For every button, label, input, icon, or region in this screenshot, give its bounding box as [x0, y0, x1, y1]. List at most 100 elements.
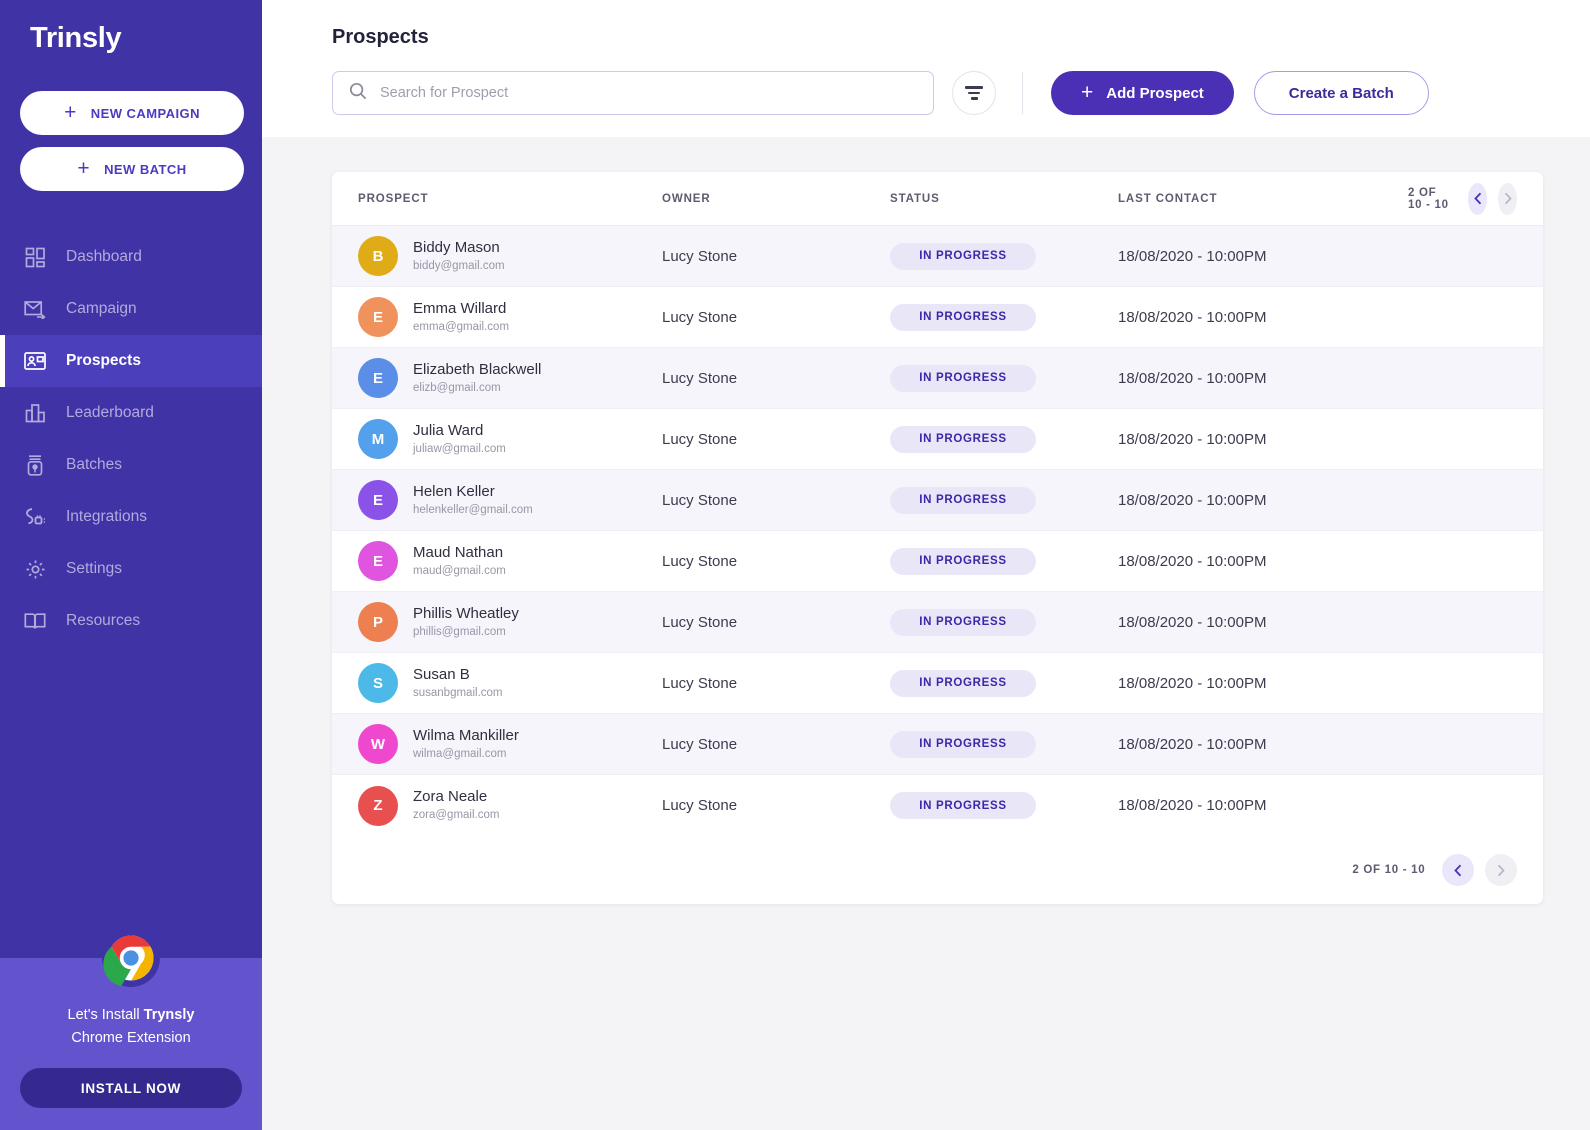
- cell-status: IN PROGRESS: [890, 547, 1118, 575]
- sidebar-item-prospects[interactable]: Prospects: [0, 335, 262, 387]
- cell-prospect: E Elizabeth Blackwell elizb@gmail.com: [332, 358, 662, 398]
- prospect-identity: Biddy Mason biddy@gmail.com: [413, 239, 505, 274]
- cell-owner: Lucy Stone: [662, 430, 738, 448]
- filter-icon[interactable]: [952, 71, 996, 115]
- sidebar-item-resources[interactable]: Resources: [0, 595, 262, 647]
- cell-owner: Lucy Stone: [662, 247, 738, 265]
- cell-prospect: P Phillis Wheatley phillis@gmail.com: [332, 602, 662, 642]
- promo-line1-prefix: Let's Install: [67, 1007, 144, 1023]
- plug-icon: [24, 506, 46, 528]
- jar-icon: [24, 454, 46, 476]
- chevron-left-icon[interactable]: [1468, 182, 1488, 215]
- sidebar-item-settings[interactable]: Settings: [0, 543, 262, 595]
- prospect-name: Wilma Mankiller: [413, 726, 519, 744]
- table-row[interactable]: E Elizabeth Blackwell elizb@gmail.com Lucy …: [332, 348, 1544, 409]
- table-row[interactable]: E Emma Willard emma@gmail.com Lucy Stone IN …: [332, 287, 1544, 348]
- prospect-email: phillis@gmail.com: [413, 625, 506, 638]
- sidebar-item-campaign[interactable]: Campaign: [0, 283, 262, 335]
- pagination-label: 2 OF 10 - 10: [1407, 186, 1449, 211]
- status-badge: IN PROGRESS: [890, 792, 1036, 819]
- prospect-identity: Emma Willard emma@gmail.com: [413, 300, 509, 335]
- prospect-name: Julia Ward: [413, 421, 484, 439]
- install-now-button[interactable]: INSTALL NOW: [20, 1068, 242, 1108]
- cell-status: IN PROGRESS: [890, 364, 1118, 392]
- cell-prospect: E Maud Nathan maud@gmail.com: [332, 541, 662, 581]
- table-row[interactable]: E Maud Nathan maud@gmail.com Lucy Stone IN P…: [332, 531, 1544, 592]
- prospect-email: helenkeller@gmail.com: [413, 503, 533, 516]
- avatar: E: [358, 541, 398, 581]
- table-row[interactable]: S Susan B susanbgmail.com Lucy Stone IN PROG…: [332, 653, 1544, 714]
- cell-owner: Lucy Stone: [662, 552, 738, 570]
- chrome-extension-promo: Let's Install Trynsly Chrome Extension I…: [0, 929, 262, 1130]
- table-row[interactable]: E Helen Keller helenkeller@gmail.com Lucy S…: [332, 470, 1544, 531]
- cell-last-contact: 18/08/2020 - 10:00PM: [1118, 308, 1267, 326]
- dashboard-icon: [24, 246, 46, 268]
- chevron-left-icon[interactable]: [1442, 854, 1475, 886]
- add-prospect-button[interactable]: + Add Prospect: [1051, 71, 1234, 115]
- sidebar-label: Leaderboard: [66, 404, 154, 421]
- table-row[interactable]: B Biddy Mason biddy@gmail.com Lucy Stone IN …: [332, 226, 1544, 287]
- filter-bar: [968, 91, 980, 95]
- cell-prospect: W Wilma Mankiller wilma@gmail.com: [332, 724, 662, 764]
- cell-owner: Lucy Stone: [662, 735, 738, 753]
- cell-owner: Lucy Stone: [662, 613, 738, 631]
- search-box[interactable]: [332, 71, 934, 115]
- cell-prospect: M Julia Ward juliaw@gmail.com: [332, 419, 662, 459]
- table-row[interactable]: W Wilma Mankiller wilma@gmail.com Lucy Ston…: [332, 714, 1544, 775]
- envelope-icon: [24, 298, 46, 320]
- cell-last-contact: 18/08/2020 - 10:00PM: [1118, 430, 1267, 448]
- cell-owner: Lucy Stone: [662, 797, 738, 814]
- cell-status: IN PROGRESS: [890, 608, 1118, 636]
- new-batch-label: NEW BATCH: [104, 161, 187, 177]
- toolbar: + Add Prospect Create a Batch: [332, 71, 1590, 115]
- sidebar-item-leaderboard[interactable]: Leaderboard: [0, 387, 262, 439]
- cell-prospect: S Susan B susanbgmail.com: [332, 663, 662, 703]
- avatar: S: [358, 663, 398, 703]
- cell-status: IN PROGRESS: [890, 486, 1118, 514]
- create-batch-button[interactable]: Create a Batch: [1253, 71, 1429, 115]
- status-badge: IN PROGRESS: [890, 669, 1036, 697]
- prospect-name: Maud Nathan: [413, 543, 504, 561]
- table-row[interactable]: P Phillis Wheatley phillis@gmail.com Lucy S…: [332, 592, 1544, 653]
- new-campaign-button[interactable]: + NEW CAMPAIGN: [20, 91, 244, 135]
- sidebar-label: Resources: [66, 612, 141, 629]
- sidebar-actions: + NEW CAMPAIGN + NEW BATCH: [0, 55, 262, 203]
- cell-status: IN PROGRESS: [890, 425, 1118, 453]
- cell-last-contact: 18/08/2020 - 10:00PM: [1118, 247, 1267, 265]
- cell-status: IN PROGRESS: [890, 792, 1118, 819]
- cell-prospect: Z Zora Neale zora@gmail.com: [332, 785, 662, 826]
- avatar: Z: [358, 785, 398, 826]
- sidebar-label: Integrations: [66, 508, 147, 525]
- chevron-right-icon[interactable]: [1485, 854, 1518, 886]
- toolbar-divider: [1022, 72, 1023, 114]
- status-badge: IN PROGRESS: [890, 547, 1036, 575]
- prospect-email: zora@gmail.com: [413, 809, 500, 821]
- book-icon: [24, 610, 46, 632]
- prospect-name: Susan B: [413, 665, 470, 683]
- table-row[interactable]: Z Zora Neale zora@gmail.com Lucy Stone IN PR…: [332, 775, 1543, 836]
- sidebar-label: Campaign: [66, 300, 137, 317]
- status-badge: IN PROGRESS: [890, 486, 1036, 514]
- sidebar-label: Dashboard: [66, 248, 142, 265]
- status-badge: IN PROGRESS: [890, 425, 1036, 453]
- sidebar-item-batches[interactable]: Batches: [0, 439, 262, 491]
- new-batch-button[interactable]: + NEW BATCH: [20, 147, 244, 191]
- avatar: W: [358, 724, 398, 764]
- sidebar: Trinsly + NEW CAMPAIGN + NEW BATCH Dashb…: [0, 0, 262, 1130]
- chevron-right-icon[interactable]: [1498, 182, 1518, 215]
- search-input[interactable]: [380, 85, 917, 101]
- pagination-label: 2 OF 10 - 10: [1352, 864, 1426, 876]
- prospect-identity: Zora Neale zora@gmail.com: [413, 788, 499, 823]
- sidebar-item-dashboard[interactable]: Dashboard: [0, 231, 262, 283]
- cell-last-contact: 18/08/2020 - 10:00PM: [1118, 552, 1267, 570]
- status-badge: IN PROGRESS: [890, 608, 1036, 636]
- table-row[interactable]: M Julia Ward juliaw@gmail.com Lucy Stone IN …: [332, 409, 1544, 470]
- cell-owner: Lucy Stone: [662, 491, 738, 509]
- status-badge: IN PROGRESS: [890, 242, 1036, 270]
- sidebar-item-integrations[interactable]: Integrations: [0, 491, 262, 543]
- column-header-last-contact: LAST CONTACT: [1118, 192, 1218, 205]
- topbar: Prospects + Add Prospect Creat: [262, 0, 1590, 137]
- sidebar-label: Batches: [66, 456, 123, 473]
- prospect-email: biddy@gmail.com: [413, 259, 505, 272]
- cell-last-contact: 18/08/2020 - 10:00PM: [1118, 797, 1267, 814]
